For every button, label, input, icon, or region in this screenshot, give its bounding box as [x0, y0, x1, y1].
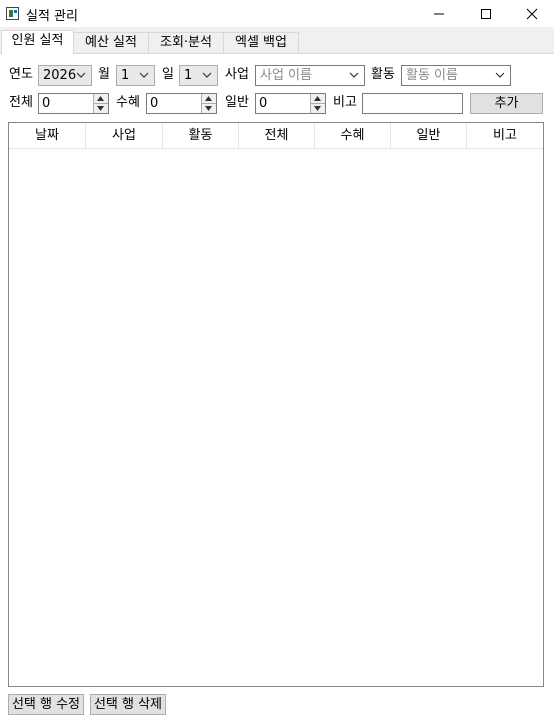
caret-down-icon: [205, 106, 212, 111]
beneficiary-label: 수혜: [116, 95, 140, 110]
general-label: 일반: [225, 95, 249, 110]
edit-selected-row-button[interactable]: 선택 행 수정: [8, 694, 84, 715]
tab-query-analysis[interactable]: 조회·분석: [148, 32, 224, 53]
close-button[interactable]: [509, 0, 554, 27]
column-header-note[interactable]: 비고: [467, 123, 543, 148]
tab-panel: 연도 2026 월 1 일 1 사업 사업 이름 활동 활동 이름 전체 0 수…: [0, 53, 554, 724]
maximize-button[interactable]: [463, 0, 509, 27]
total-label: 전체: [9, 95, 33, 110]
month-label: 월: [98, 67, 110, 82]
column-header-beneficiary[interactable]: 수혜: [315, 123, 391, 148]
year-label: 연도: [9, 67, 33, 82]
caret-down-icon: [314, 106, 321, 111]
caret-down-icon: [97, 106, 104, 111]
app-icon: [6, 7, 19, 20]
total-value: 0: [42, 96, 51, 111]
minimize-icon: [434, 13, 444, 14]
tab-personnel-results[interactable]: 인원 실적: [1, 30, 74, 54]
chevron-down-icon: [139, 72, 149, 78]
general-increment-button[interactable]: [311, 94, 325, 104]
table-header: 날짜 사업 활동 전체 수혜 일반 비고: [9, 123, 543, 149]
general-value: 0: [259, 96, 268, 111]
window-title: 실적 관리: [26, 9, 78, 24]
beneficiary-decrement-button[interactable]: [202, 104, 216, 113]
day-value: 1: [184, 68, 193, 83]
add-button[interactable]: 추가: [470, 93, 543, 114]
chevron-down-icon: [202, 72, 212, 78]
column-header-activity[interactable]: 활동: [163, 123, 239, 148]
beneficiary-increment-button[interactable]: [202, 94, 216, 104]
month-select[interactable]: 1: [116, 65, 155, 86]
column-header-total[interactable]: 전체: [239, 123, 315, 148]
day-label: 일: [162, 67, 174, 82]
delete-selected-row-button[interactable]: 선택 행 삭제: [90, 694, 166, 715]
month-value: 1: [121, 68, 130, 83]
chevron-down-icon: [349, 72, 359, 78]
total-stepper[interactable]: 0: [38, 93, 109, 114]
year-value: 2026: [43, 68, 77, 83]
column-header-general[interactable]: 일반: [391, 123, 467, 148]
beneficiary-stepper[interactable]: 0: [146, 93, 217, 114]
tab-budget-results[interactable]: 예산 실적: [73, 32, 149, 53]
total-increment-button[interactable]: [94, 94, 108, 104]
note-input[interactable]: [362, 93, 463, 114]
caret-up-icon: [205, 96, 212, 101]
results-table[interactable]: 날짜 사업 활동 전체 수혜 일반 비고: [8, 122, 544, 687]
activity-combo[interactable]: 활동 이름: [401, 65, 511, 86]
tab-excel-backup[interactable]: 엑셀 백업: [223, 32, 299, 53]
maximize-icon: [481, 8, 491, 19]
caret-up-icon: [97, 96, 104, 101]
total-decrement-button[interactable]: [94, 104, 108, 113]
project-combo[interactable]: 사업 이름: [255, 65, 365, 86]
beneficiary-value: 0: [150, 96, 159, 111]
column-header-date[interactable]: 날짜: [9, 123, 86, 148]
project-label: 사업: [225, 67, 249, 82]
activity-placeholder: 활동 이름: [406, 68, 458, 83]
activity-label: 활동: [371, 67, 395, 82]
title-bar: 실적 관리: [0, 0, 554, 27]
general-decrement-button[interactable]: [311, 104, 325, 113]
note-label: 비고: [333, 95, 357, 110]
tab-strip: 인원 실적 예산 실적 조회·분석 엑셀 백업: [0, 30, 554, 54]
year-select[interactable]: 2026: [38, 65, 92, 86]
chevron-down-icon: [495, 72, 505, 78]
minimize-button[interactable]: [416, 0, 462, 27]
chevron-down-icon: [76, 72, 86, 78]
day-select[interactable]: 1: [179, 65, 218, 86]
general-stepper[interactable]: 0: [255, 93, 326, 114]
project-placeholder: 사업 이름: [260, 68, 312, 83]
close-icon: [526, 8, 538, 19]
column-header-project[interactable]: 사업: [86, 123, 163, 148]
caret-up-icon: [314, 96, 321, 101]
